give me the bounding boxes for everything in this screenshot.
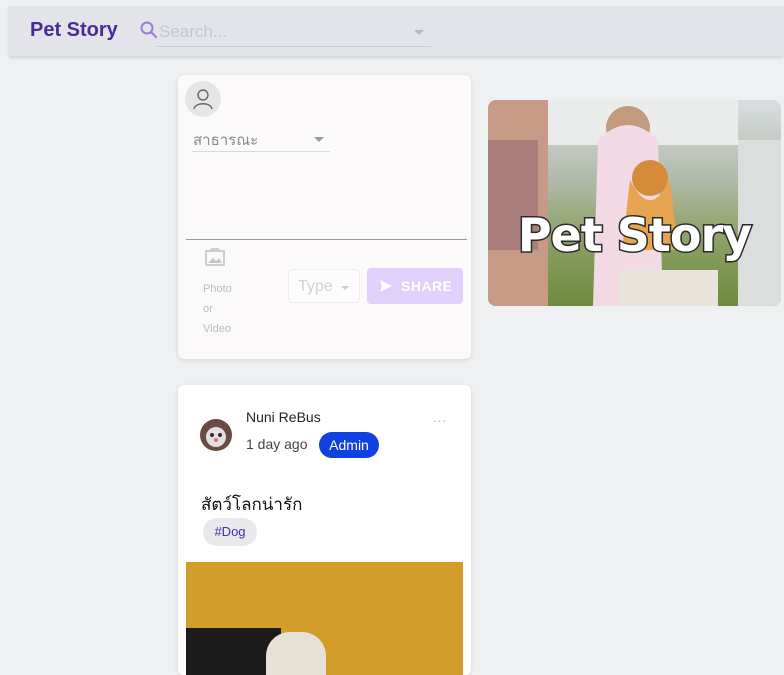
type-placeholder: Type bbox=[298, 278, 333, 295]
user-icon bbox=[193, 89, 213, 110]
post-text: สัตว์โลกน่ารัก bbox=[201, 495, 303, 514]
photo-video-button[interactable]: Photo or Video bbox=[198, 245, 246, 337]
share-button[interactable]: SHARE bbox=[367, 268, 463, 304]
chevron-down-icon bbox=[341, 286, 349, 290]
more-horizontal-icon: ... bbox=[432, 409, 448, 425]
privacy-select[interactable]: สาธารณะ bbox=[192, 127, 330, 152]
more-options-button[interactable]: ... bbox=[425, 405, 455, 435]
image-icon bbox=[204, 248, 226, 268]
create-post-card: สาธารณะ Photo or Video Type SHARE bbox=[178, 75, 471, 359]
hashtag-chip[interactable]: #Dog bbox=[203, 518, 257, 546]
role-badge: Admin bbox=[319, 432, 379, 458]
chevron-down-icon[interactable] bbox=[414, 30, 424, 35]
photo-video-label: Photo or Video bbox=[203, 283, 232, 335]
avatar bbox=[185, 81, 221, 117]
post-image[interactable] bbox=[186, 562, 463, 675]
share-label: SHARE bbox=[401, 278, 453, 294]
type-select[interactable]: Type bbox=[288, 269, 360, 303]
brand-logo[interactable]: Pet Story bbox=[30, 19, 118, 42]
image-region-light bbox=[266, 632, 326, 675]
post-author-name[interactable]: Nuni ReBus bbox=[246, 409, 321, 425]
search-icon bbox=[139, 20, 159, 40]
send-icon bbox=[379, 279, 393, 293]
avatar[interactable] bbox=[200, 419, 232, 451]
post-card: Nuni ReBus 1 day ago Admin ... สัตว์โลกน… bbox=[178, 385, 471, 675]
post-timestamp: 1 day ago bbox=[246, 436, 308, 452]
privacy-selected-value: สาธารณะ bbox=[193, 132, 259, 149]
post-text-input[interactable] bbox=[186, 159, 467, 240]
chevron-down-icon bbox=[314, 137, 324, 142]
top-app-bar: Pet Story bbox=[9, 6, 784, 56]
banner-logo-text: Pet Story bbox=[516, 207, 753, 264]
banner-photo bbox=[488, 100, 781, 306]
search-input[interactable] bbox=[157, 18, 431, 47]
promo-banner-image: Pet Story bbox=[488, 100, 781, 306]
